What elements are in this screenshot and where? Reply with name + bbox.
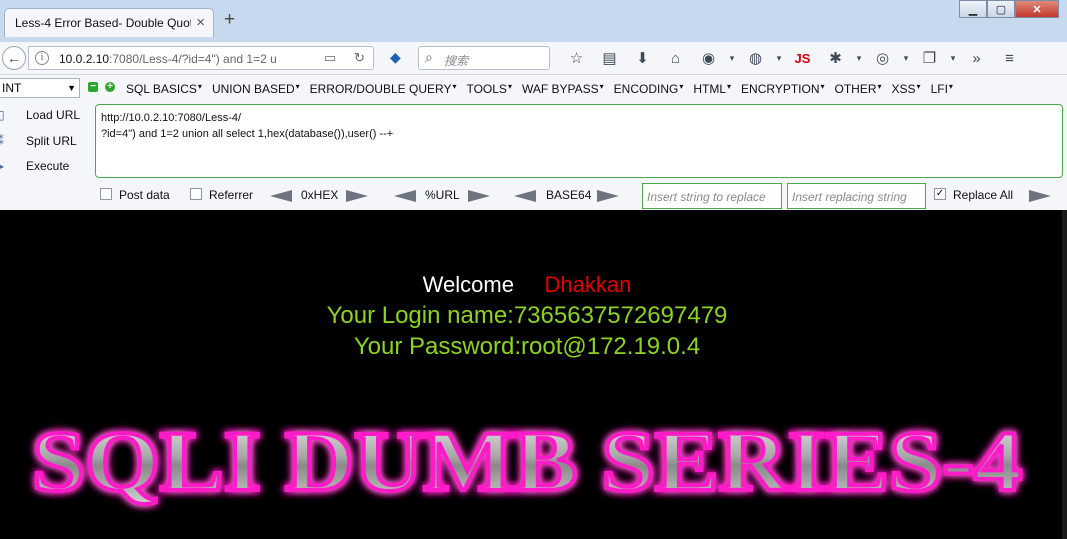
search-box[interactable]: ⌕ 搜索 (418, 46, 550, 70)
load-url-label: Load URL (26, 108, 81, 122)
execute-icon: ▸ (0, 159, 5, 173)
menu-xss[interactable]: XSS (892, 82, 921, 96)
chevron-down-icon[interactable]: ▾ (852, 53, 866, 64)
series-banner: SQLI DUMB SERIES-4 (30, 411, 1024, 511)
replacing-string-placeholder: Insert replacing string (792, 190, 907, 204)
hackbar-url-textarea[interactable]: http://10.0.2.10:7080/Less-4/ ?id=4") an… (95, 104, 1063, 178)
minus-icon[interactable]: − (88, 82, 98, 92)
password-line: Your Password:root@172.19.0.4 (353, 333, 701, 360)
arrow-left-icon: ← (7, 50, 21, 66)
hex-decode-arrow-icon[interactable] (270, 190, 292, 202)
hex-encode-arrow-icon[interactable] (346, 190, 368, 202)
search-icon: ⌕ (425, 49, 433, 65)
replace-string-placeholder: Insert string to replace (647, 190, 766, 204)
url-line-2: ?id=4") and 1=2 union all select 1,hex(d… (101, 128, 394, 140)
info-icon[interactable]: i (35, 51, 49, 65)
bird-icon[interactable]: ◆ (390, 49, 401, 66)
toolbar-icons: ☆ ▤ ⬇ ⌂ ◉ ▾ ◍ ▾ JS ✱ ▾ ◎ ▾ ❐ ▾ » ≡ (560, 47, 1026, 69)
menu-sql-basics[interactable]: SQL BASICS (126, 82, 202, 96)
url-line-1: http://10.0.2.10:7080/Less-4/ (101, 112, 242, 124)
browser-tab[interactable]: Less-4 Error Based- Double Quotes × (4, 8, 214, 37)
hackbar-menu: INT ▼ − + SQL BASICS UNION BASED ERROR/D… (0, 75, 1067, 103)
url-encode-arrow-icon[interactable] (468, 190, 490, 202)
url-host: 10.0.2.10 (59, 52, 110, 66)
back-button[interactable]: ← (2, 46, 26, 70)
url-text[interactable]: 10.0.2.10:7080/Less-4/?id=4") and 1=2 u (59, 52, 321, 66)
maximize-button[interactable]: ▢ (987, 0, 1015, 18)
addon-icon[interactable]: ◉ (692, 49, 725, 67)
menu-waf-bypass[interactable]: WAF BYPASS (522, 82, 604, 96)
navigation-bar: ← i 10.0.2.10:7080/Less-4/?id=4") and 1=… (0, 42, 1067, 75)
tab-title: Less-4 Error Based- Double Quotes (15, 16, 191, 30)
search-placeholder: 搜索 (444, 54, 469, 68)
load-url-icon: ▯ (0, 108, 5, 122)
replacing-string-input[interactable]: Insert replacing string (787, 183, 926, 209)
palette-icon[interactable]: ◍ (739, 49, 772, 67)
menu-other[interactable]: OTHER (835, 82, 882, 96)
login-name-line: Your Login name:7365637572697479 (326, 302, 728, 329)
js-toggle-icon[interactable]: JS (786, 51, 819, 66)
referrer-checkbox[interactable] (190, 188, 202, 200)
chevron-down-icon[interactable]: ▾ (772, 53, 786, 64)
menu-encryption[interactable]: ENCRYPTION (741, 82, 824, 96)
hackbar-menu-items: SQL BASICS UNION BASED ERROR/DOUBLE QUER… (126, 82, 963, 96)
replace-arrow-icon[interactable] (1029, 190, 1051, 202)
execute-label: Execute (26, 159, 70, 173)
title-bar: Less-4 Error Based- Double Quotes × + ▁ … (0, 0, 1067, 42)
base64-encode-arrow-icon[interactable] (597, 190, 619, 202)
window-controls: ▁ ▢ ✕ (959, 0, 1059, 18)
bug-icon[interactable]: ✱ (819, 49, 852, 67)
banner-text: SQLI DUMB SERIES-4 (32, 413, 1022, 509)
url-decode-arrow-icon[interactable] (394, 190, 416, 202)
post-data-label: Post data (119, 188, 170, 202)
url-path: :7080/Less-4/?id=4") and 1=2 u (109, 52, 277, 66)
page-content: Welcome Dhakkan Your Login name:73656375… (0, 210, 1067, 539)
hackbar-panel: ▯ Load URL ⁑ Split URL ▸ Execute http://… (0, 103, 1067, 210)
encoding-select[interactable]: INT ▼ (0, 78, 80, 98)
base64-decode-arrow-icon[interactable] (514, 190, 536, 202)
close-window-button[interactable]: ✕ (1015, 0, 1059, 18)
replace-all-checkbox[interactable]: ✓ (934, 188, 946, 200)
pages-icon[interactable]: ❐ (913, 49, 946, 67)
home-icon[interactable]: ⌂ (659, 50, 692, 67)
menu-union-based[interactable]: UNION BASED (212, 82, 300, 96)
reading-list-icon[interactable]: ▤ (593, 49, 626, 67)
download-icon[interactable]: ⬇ (626, 49, 659, 67)
referrer-label: Referrer (209, 188, 254, 202)
overflow-icon[interactable]: » (960, 50, 993, 67)
welcome-line: Welcome Dhakkan (0, 272, 1054, 298)
post-data-checkbox[interactable] (100, 188, 112, 200)
tab-close-icon[interactable]: × (196, 14, 205, 31)
bookmark-star-icon[interactable]: ☆ (560, 49, 593, 67)
base64-label: BASE64 (546, 188, 592, 202)
replace-all-label: Replace All (953, 188, 1014, 202)
hex-label: 0xHEX (301, 188, 339, 202)
encoding-select-value: INT (2, 81, 22, 95)
dropdown-arrow-icon: ▼ (67, 83, 76, 93)
reader-view-icon[interactable]: ▭ (324, 50, 336, 66)
chevron-down-icon[interactable]: ▾ (946, 53, 960, 64)
reload-icon[interactable]: ↻ (354, 50, 365, 66)
new-tab-button[interactable]: + (224, 9, 235, 31)
plus-icon[interactable]: + (105, 82, 115, 92)
hamburger-menu-icon[interactable]: ≡ (993, 50, 1026, 67)
chevron-down-icon[interactable]: ▾ (725, 53, 739, 64)
menu-tools[interactable]: TOOLS (466, 82, 511, 96)
menu-encoding[interactable]: ENCODING (614, 82, 684, 96)
globe-icon[interactable]: ◎ (866, 49, 899, 67)
welcome-name: Dhakkan (544, 272, 632, 297)
hackbar-options: Post data Referrer 0xHEX %URL BASE64 Ins… (100, 183, 1067, 209)
minimize-button[interactable]: ▁ (959, 0, 987, 18)
welcome-text: Welcome (422, 272, 514, 297)
split-url-label: Split URL (26, 134, 77, 148)
menu-html[interactable]: HTML (693, 82, 731, 96)
address-bar[interactable]: i 10.0.2.10:7080/Less-4/?id=4") and 1=2 … (28, 46, 374, 70)
menu-lfi[interactable]: LFI (931, 82, 953, 96)
menu-error-double-query[interactable]: ERROR/DOUBLE QUERY (310, 82, 457, 96)
url-encode-label: %URL (425, 188, 460, 202)
page-scrollbar[interactable] (1062, 210, 1067, 539)
chevron-down-icon[interactable]: ▾ (899, 53, 913, 64)
replace-string-input[interactable]: Insert string to replace (642, 183, 782, 209)
split-url-icon: ⁑ (0, 134, 4, 148)
